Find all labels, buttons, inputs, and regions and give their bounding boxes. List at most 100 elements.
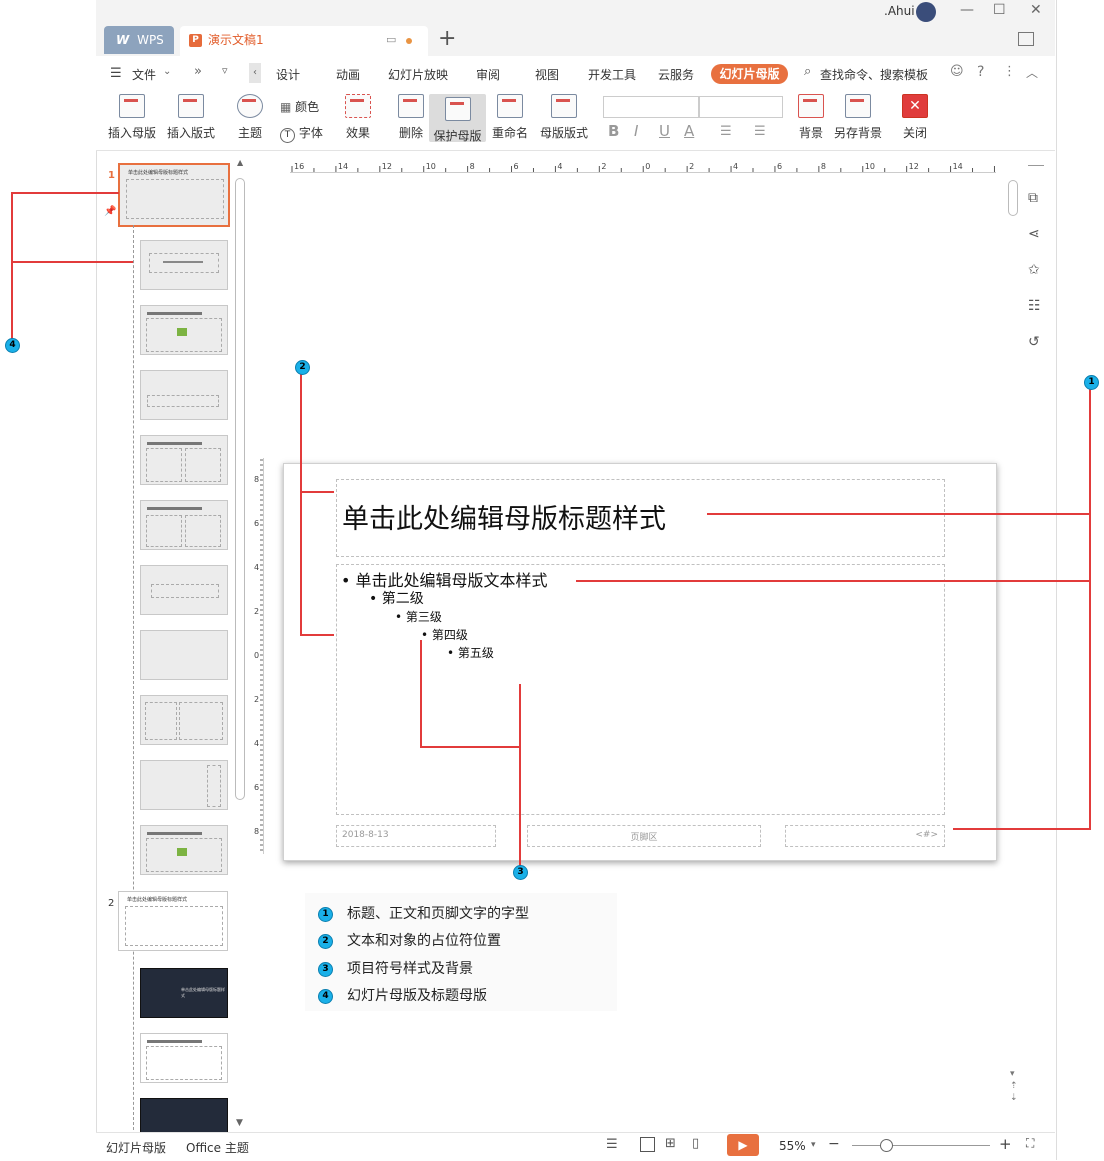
background-button[interactable]: 背景 <box>796 94 826 141</box>
underline-button[interactable]: U <box>659 122 670 140</box>
animation-icon[interactable]: ✩ <box>1028 262 1040 278</box>
slide-number-placeholder[interactable]: <#> <box>785 825 945 847</box>
layout-thumbnail[interactable] <box>140 305 228 355</box>
pin-icon[interactable]: 📌 <box>104 206 116 217</box>
settings-sliders-icon[interactable]: ☷ <box>1028 298 1041 314</box>
thumbnail-scrollbar[interactable] <box>235 178 245 800</box>
layout-thumbnail[interactable] <box>140 435 228 485</box>
zoom-in-button[interactable]: + <box>999 1135 1012 1153</box>
layout-thumbnail-dark[interactable]: 单击此处编辑母版标题样式 <box>140 968 228 1018</box>
master-layout-button[interactable]: 母版版式 <box>538 94 590 141</box>
body-level-4[interactable]: • 第四级 <box>421 626 468 643</box>
fit-window-icon[interactable]: ⛶ <box>1026 1136 1034 1151</box>
bullet-list-icon[interactable]: ☰ <box>720 124 732 139</box>
avatar[interactable] <box>916 2 936 22</box>
history-icon[interactable]: ↺ <box>1028 334 1040 350</box>
scroll-left-button[interactable]: ‹ <box>249 63 261 83</box>
bold-button[interactable]: B <box>608 122 619 140</box>
zoom-slider-thumb[interactable] <box>880 1139 893 1152</box>
more-vertical-icon[interactable]: ⋮ <box>1003 64 1016 79</box>
command-search[interactable]: 查找命令、搜索模板 <box>820 66 928 83</box>
minimize-button[interactable]: — <box>960 2 974 18</box>
layout-thumbnail[interactable] <box>140 1033 228 1083</box>
layout-thumbnail-title[interactable] <box>140 240 228 290</box>
status-theme[interactable]: Office 主题 <box>186 1139 249 1156</box>
save-background-button[interactable]: 另存背景 <box>832 94 884 141</box>
new-tab-button[interactable]: + <box>438 24 456 54</box>
menu-animation[interactable]: 动画 <box>336 66 360 83</box>
tab-wps-home[interactable]: W WPS <box>104 26 174 54</box>
page-nav-icon[interactable]: ▾ ⇡ ⇣ <box>1010 1068 1018 1104</box>
tab-document[interactable]: P 演示文稿1 ▭ <box>180 26 428 56</box>
title-placeholder[interactable]: 单击此处编辑母版标题样式 <box>336 479 945 557</box>
reading-view-icon[interactable]: ▯ <box>692 1136 699 1151</box>
sorter-view-icon[interactable]: ⊞ <box>665 1136 676 1151</box>
menu-review[interactable]: 审阅 <box>476 66 500 83</box>
scroll-down-icon[interactable]: ▼ <box>236 1118 243 1128</box>
close-window-button[interactable]: ✕ <box>1030 2 1042 18</box>
font-color-button[interactable]: A <box>684 122 694 140</box>
layout-toggle-icon[interactable] <box>1018 32 1034 46</box>
rename-button[interactable]: 重命名 <box>491 94 529 141</box>
menu-design[interactable]: 设计 <box>276 66 300 83</box>
body-level-3[interactable]: • 第三级 <box>395 608 442 625</box>
scroll-up-icon[interactable]: ▲ <box>237 158 243 167</box>
delete-button[interactable]: 删除 <box>394 94 428 141</box>
italic-button[interactable]: I <box>634 122 638 140</box>
layout-thumbnail-blank[interactable] <box>140 630 228 680</box>
layout-thumbnail[interactable] <box>140 695 228 745</box>
menu-developer[interactable]: 开发工具 <box>588 66 636 83</box>
layout-thumbnail[interactable] <box>140 500 228 550</box>
layout-thumbnail-dark[interactable] <box>140 1098 228 1134</box>
layout-thumbnail[interactable] <box>140 760 228 810</box>
date-placeholder[interactable]: 2018-8-13 <box>336 825 496 847</box>
layout-thumbnail[interactable] <box>140 370 228 420</box>
menu-cloud[interactable]: 云服务 <box>658 66 694 83</box>
font-size-select[interactable] <box>699 96 783 118</box>
body-level-2[interactable]: • 第二级 <box>369 588 424 608</box>
menu-file[interactable]: 文件 <box>132 66 156 83</box>
chat-icon[interactable]: ☺ <box>950 64 964 79</box>
fonts-button[interactable]: T 字体 <box>280 124 323 143</box>
close-master-button[interactable]: ✕ 关闭 <box>900 94 930 141</box>
help-icon[interactable]: ? <box>977 64 984 80</box>
menu-view[interactable]: 视图 <box>535 66 559 83</box>
chevron-down-icon[interactable]: ⌄ <box>163 66 171 77</box>
notes-icon[interactable]: ☰ <box>606 1137 618 1152</box>
master-title-text[interactable]: 单击此处编辑母版标题样式 <box>342 497 666 536</box>
monitor-icon[interactable]: ▭ <box>386 26 396 54</box>
layout-thumbnail[interactable] <box>140 825 228 875</box>
menu-slideshow[interactable]: 幻灯片放映 <box>388 66 448 83</box>
zoom-out-button[interactable]: − <box>828 1136 840 1152</box>
zoom-level[interactable]: 55% <box>779 1139 806 1153</box>
zoom-slider-track[interactable] <box>852 1145 990 1146</box>
zoom-dropdown-icon[interactable]: ▾ <box>811 1140 816 1150</box>
numbered-list-icon[interactable]: ☰ <box>754 124 766 139</box>
dropdown-icon[interactable]: ▿ <box>222 64 228 77</box>
slide-master-canvas[interactable]: 单击此处编辑母版标题样式 • 单击此处编辑母版文本样式 • 第二级 • 第三级 … <box>283 463 997 861</box>
body-level-5[interactable]: • 第五级 <box>447 644 494 661</box>
master-thumbnail[interactable]: 单击此处编辑母版标题样式 <box>118 163 230 227</box>
colors-button[interactable]: ▦ 颜色 <box>280 98 319 115</box>
share-icon[interactable]: ⋖ <box>1028 226 1040 242</box>
maximize-button[interactable]: ☐ <box>993 2 1006 18</box>
search-icon[interactable]: ⌕ <box>804 64 811 79</box>
more-icon[interactable]: » <box>194 64 202 79</box>
normal-view-icon[interactable] <box>640 1137 655 1152</box>
play-slideshow-button[interactable]: ▶ <box>727 1134 759 1156</box>
effects-button[interactable]: 效果 <box>340 94 376 141</box>
hamburger-icon[interactable]: ☰ <box>110 66 122 81</box>
menu-slide-master[interactable]: 幻灯片母版 <box>711 64 788 84</box>
footer-placeholder[interactable]: 页脚区 <box>527 825 761 847</box>
font-name-select[interactable] <box>603 96 699 118</box>
protect-master-button[interactable]: 保护母版 <box>429 94 486 143</box>
layout-thumbnail[interactable] <box>140 565 228 615</box>
replace-icon[interactable]: ⧉ <box>1028 190 1038 206</box>
collapse-ribbon-icon[interactable]: ︿ <box>1026 64 1038 81</box>
master-thumbnail-2[interactable]: 单击此处编辑母版标题样式 <box>118 891 228 951</box>
insert-master-button[interactable]: 插入母版 <box>106 94 158 141</box>
body-placeholder[interactable]: • 单击此处编辑母版文本样式 • 第二级 • 第三级 • 第四级 • 第五级 <box>336 564 945 815</box>
insert-layout-button[interactable]: 插入版式 <box>165 94 217 141</box>
user-name[interactable]: .Ahui <box>884 4 915 18</box>
canvas-scrollbar[interactable] <box>1008 180 1018 216</box>
